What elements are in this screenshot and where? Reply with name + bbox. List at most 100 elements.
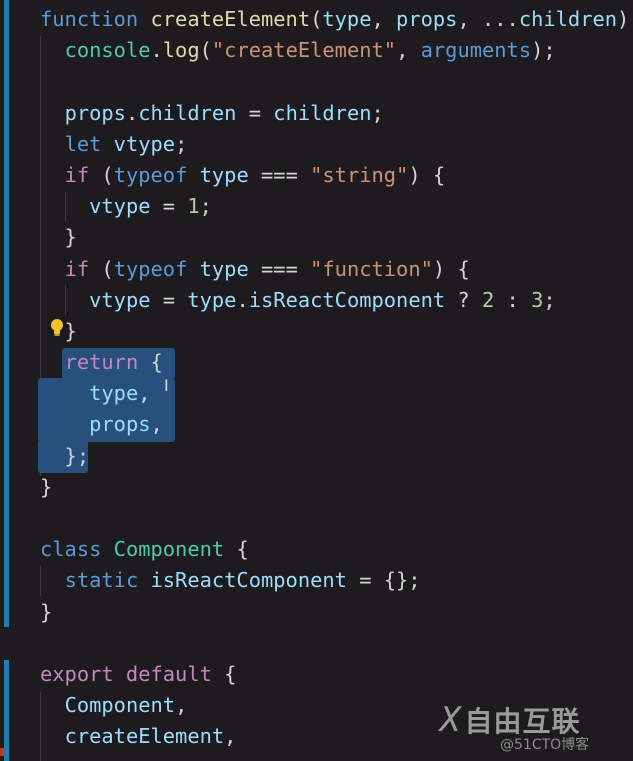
code-token: typeof — [113, 162, 200, 187]
code-token: "createElement" — [211, 38, 397, 63]
code-token: vtype — [89, 194, 151, 219]
code-token: ; — [175, 131, 188, 156]
code-token: === — [248, 256, 311, 281]
code-token: "function" — [310, 256, 433, 281]
code-token: } — [40, 599, 53, 624]
code-token: ? — [445, 287, 482, 312]
watermark-subtext: @51CTO博客 — [500, 737, 590, 753]
code-token: , ... — [457, 7, 519, 31]
code-line[interactable]: }; — [40, 441, 629, 472]
code-line[interactable]: props.children = children; — [40, 98, 629, 129]
code-line[interactable]: console.log("createElement", arguments); — [40, 35, 629, 66]
code-token: = — [150, 194, 188, 219]
code-token: { — [138, 350, 163, 375]
code-token: props — [64, 100, 126, 125]
code-token: static — [64, 568, 151, 593]
code-line[interactable]: } — [40, 597, 629, 628]
code-line[interactable]: props, — [40, 409, 629, 440]
code-token: type — [199, 162, 249, 187]
code-token: Component — [64, 693, 176, 718]
code-token: type — [187, 287, 237, 312]
code-line[interactable]: type, — [40, 378, 629, 409]
code-token: , — [138, 381, 151, 406]
code-token: children — [273, 100, 372, 125]
code-token: createElement — [150, 7, 311, 31]
code-token: return — [64, 350, 139, 375]
code-token: type — [89, 381, 139, 406]
code-token: 1 — [187, 194, 200, 219]
code-token: . — [236, 287, 249, 312]
code-line[interactable]: vtype = type.isReactComponent ? 2 : 3; — [40, 285, 629, 316]
code-token: ); — [531, 38, 556, 63]
code-token: , — [371, 7, 397, 31]
code-token: } — [40, 225, 77, 250]
code-line[interactable]: function createElement(type, props, ...c… — [40, 4, 629, 35]
code-line[interactable] — [40, 503, 629, 534]
code-token: log — [162, 38, 200, 63]
code-line[interactable]: let vtype; — [40, 129, 629, 160]
code-line[interactable]: if (typeof type === "function") { — [40, 254, 629, 285]
code-token: ( — [89, 256, 114, 281]
git-change-bar — [4, 660, 9, 761]
code-token: props — [396, 7, 458, 31]
code-line[interactable]: class Component { — [40, 534, 629, 565]
code-line[interactable]: } — [40, 222, 629, 253]
code-token: ; — [199, 194, 212, 219]
code-token: . — [125, 100, 139, 125]
code-token: = {}; — [346, 568, 421, 593]
code-line[interactable]: static isReactComponent = {}; — [40, 565, 629, 596]
code-line[interactable]: return { — [40, 347, 629, 378]
code-token: 2 — [482, 287, 495, 312]
code-token: Component — [113, 537, 225, 562]
code-line[interactable] — [40, 66, 629, 97]
code-token: ) { — [408, 162, 446, 187]
code-token: typeof — [113, 256, 200, 281]
text-cursor-icon: I — [164, 376, 169, 395]
code-line[interactable]: vtype = 1; — [40, 191, 629, 222]
git-change-bar — [4, 0, 9, 627]
code-line[interactable]: export default { — [40, 659, 629, 690]
code-token: ; — [543, 287, 556, 312]
code-token: 3 — [531, 287, 544, 312]
code-token: export default — [40, 661, 212, 686]
code-token: type — [322, 7, 372, 31]
code-token: children — [138, 100, 237, 125]
code-editor[interactable]: function createElement(type, props, ...c… — [40, 4, 629, 753]
code-line[interactable] — [40, 628, 629, 659]
code-token: ) — [617, 7, 630, 31]
code-token: }; — [40, 443, 90, 468]
code-token: isReactComponent — [248, 287, 446, 312]
code-line[interactable]: if (typeof type === "string") { — [40, 160, 629, 191]
code-token: , — [224, 724, 237, 749]
code-token: { — [211, 661, 237, 686]
code-token: === — [248, 162, 311, 187]
code-token: function — [40, 7, 151, 31]
code-token: isReactComponent — [150, 568, 347, 593]
code-token: , — [175, 693, 188, 718]
code-line[interactable]: } — [40, 472, 629, 503]
code-token: , — [150, 412, 163, 437]
code-line[interactable]: } — [40, 316, 629, 347]
code-token: ; — [371, 100, 384, 125]
code-token: console — [64, 38, 151, 63]
code-token: if — [64, 162, 90, 187]
code-token: "string" — [310, 162, 409, 187]
code-token: if — [64, 256, 90, 281]
lightbulb-icon[interactable] — [50, 319, 64, 336]
code-token: = — [236, 100, 274, 125]
code-token: ( — [310, 7, 323, 31]
code-token: ( — [89, 162, 114, 187]
code-token: = — [150, 287, 188, 312]
code-token: let — [64, 131, 114, 156]
code-token: type — [199, 256, 249, 281]
